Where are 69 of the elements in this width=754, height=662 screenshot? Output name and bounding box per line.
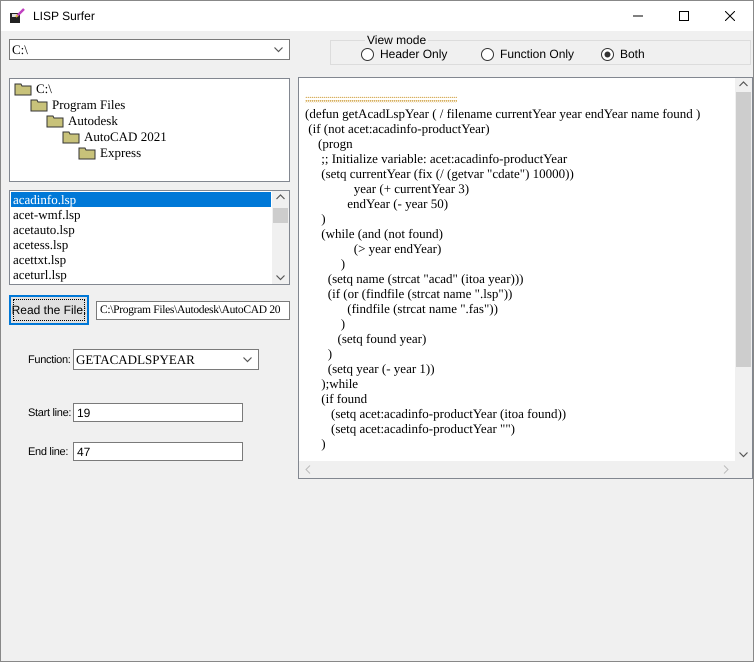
folder-icon xyxy=(46,114,64,128)
end-line-field[interactable]: 47 xyxy=(73,442,243,461)
code-line: ) xyxy=(326,346,334,361)
file-item[interactable]: acetauto.lsp xyxy=(11,222,271,237)
code-line: (setq acet:acadinfo-productYear (itoa found)) xyxy=(330,406,568,421)
folder-icon xyxy=(78,146,96,160)
maximize-icon xyxy=(679,11,689,21)
folder-label[interactable]: Program Files xyxy=(52,97,126,113)
code-line: ) xyxy=(320,436,327,451)
read-file-button[interactable]: Read the File: xyxy=(9,295,89,325)
start-line-field[interactable]: 19 xyxy=(73,403,243,422)
scrollbar-thumb[interactable] xyxy=(273,208,288,223)
group-title: View mode xyxy=(366,33,428,47)
folder-icon xyxy=(62,130,80,144)
radio-label[interactable]: Function Only xyxy=(500,47,574,61)
code-line: (setq name (strcat "acad" (itoa year))) xyxy=(326,271,525,286)
chevron-down-icon[interactable] xyxy=(739,452,748,458)
drive-dropdown[interactable]: C:\ xyxy=(9,39,290,60)
code-line: (progn xyxy=(317,136,354,151)
code-line: (if found xyxy=(320,391,368,406)
file-item[interactable]: aceturl.lsp xyxy=(11,267,271,282)
chevron-up-icon[interactable] xyxy=(739,81,748,87)
chevron-down-icon[interactable] xyxy=(243,356,252,362)
chevron-up-icon[interactable] xyxy=(276,194,285,200)
code-line: );while xyxy=(320,376,360,391)
folder-label[interactable]: C:\ xyxy=(36,81,52,97)
end-line-label: End line: xyxy=(28,446,70,458)
code-line: (defun getAcadLspYear ( / filename currentYear year endYear name found ) xyxy=(305,106,702,121)
function-label: Function: xyxy=(28,354,72,366)
code-line: year (+ currentYear 3) xyxy=(352,181,470,196)
comment-rule: ;;;;;;;;;;;;;;;;;;;;;;;;;;;;;;;;;;;;;;;;;;;;;;;;;;;;;;;;;;;;;;;;;;;;;;;;;;;; xyxy=(305,92,458,105)
file-item[interactable]: acettxt.lsp xyxy=(11,252,271,267)
chevron-down-icon[interactable] xyxy=(276,275,285,281)
app-icon xyxy=(9,8,25,24)
code-line: endYear (- year 50) xyxy=(346,196,450,211)
scrollbar-thumb[interactable] xyxy=(736,92,751,367)
code-line: (findfile (strcat name ".fas")) xyxy=(346,301,499,316)
file-item[interactable]: acet-wmf.lsp xyxy=(11,207,271,222)
folder-label[interactable]: AutoCAD 2021 xyxy=(84,129,167,145)
window-title: LISP Surfer xyxy=(33,9,96,23)
code-line: (> year endYear) xyxy=(352,241,442,256)
file-item[interactable]: acadinfo.lsp xyxy=(11,192,271,207)
radio-button[interactable] xyxy=(361,48,374,60)
radio-button[interactable] xyxy=(481,48,494,60)
code-line: (setq acet:acadinfo-productYear "") xyxy=(330,421,516,436)
radio-label[interactable]: Header Only xyxy=(380,47,448,61)
code-line: (setq currentYear (fix (/ (getvar "cdate") 10000)) xyxy=(320,166,575,181)
code-line: ) xyxy=(320,211,327,226)
code-line: ;; Initialize variable: acet:acadinfo-productYear xyxy=(320,151,568,166)
code-line: ) xyxy=(340,256,346,271)
code-line: (setq year (- year 1)) xyxy=(326,361,436,376)
code-line: (if (or (findfile (strcat name ".lsp")) xyxy=(326,286,514,301)
code-line: (while (and (not found) xyxy=(320,226,444,241)
file-item[interactable]: acetess.lsp xyxy=(11,237,271,252)
scrollbar[interactable] xyxy=(272,191,289,284)
radio-label[interactable]: Both xyxy=(620,47,645,61)
code-line: (if (not acet:acadinfo-productYear) xyxy=(307,121,491,136)
code-line: ) xyxy=(340,316,346,331)
folder-label[interactable]: Express xyxy=(100,145,142,161)
folder-label[interactable]: Autodesk xyxy=(68,113,118,129)
start-line-label: Start line: xyxy=(28,406,72,418)
file-path-field[interactable]: C:\Program Files\Autodesk\AutoCAD 20 xyxy=(96,300,290,320)
close-icon xyxy=(725,11,735,21)
folder-icon xyxy=(30,98,48,112)
folder-icon xyxy=(14,82,32,96)
function-dropdown[interactable]: GETACADLSPYEAR xyxy=(73,349,259,370)
code-line: (setq found year) xyxy=(336,331,428,346)
chevron-down-icon[interactable] xyxy=(274,46,283,52)
radio-button[interactable] xyxy=(601,48,614,60)
